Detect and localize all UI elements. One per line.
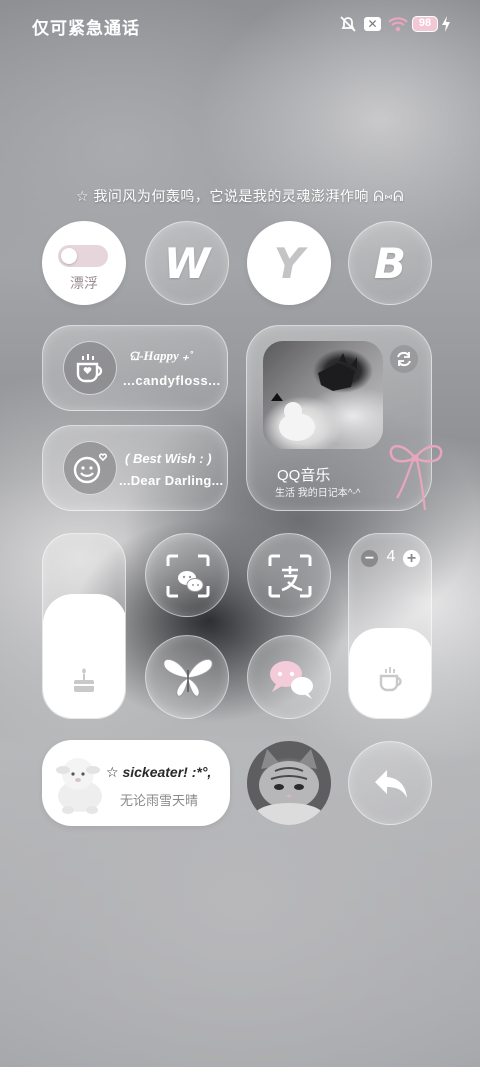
wish-line1: ( Best Wish : ) <box>125 451 212 466</box>
brightness-slider-fill <box>43 594 125 718</box>
cat-avatar[interactable] <box>247 741 331 825</box>
lamb-plush-image <box>48 750 110 816</box>
toggle-switch[interactable] <box>58 245 108 267</box>
toggle-label: 漂浮 <box>70 275 98 291</box>
alipay-scan-button[interactable] <box>247 533 331 617</box>
status-bar: 仅可紧急通话 ✕ 98 <box>0 0 480 48</box>
back-arrow-icon <box>371 766 411 802</box>
charging-icon <box>442 16 450 32</box>
birthday-cake-icon <box>70 666 98 694</box>
pink-bow-icon <box>385 436 445 512</box>
profile-name: ☆ sickeater! :*°, <box>106 764 212 780</box>
stepper-value: 4 <box>386 548 396 565</box>
profile-widget[interactable]: ☆ sickeater! :*°, 无论雨雪天晴 <box>42 740 230 826</box>
profile-subtitle: 无论雨雪天晴 <box>120 793 199 808</box>
letter-b-label: B <box>373 238 406 288</box>
wechat-scan-icon <box>166 554 210 598</box>
chat-button[interactable] <box>247 635 331 719</box>
letter-y-button[interactable]: Y <box>247 221 331 305</box>
coffee-cup-icon <box>63 341 117 395</box>
letter-w-label: W <box>163 238 211 288</box>
volume-stepper[interactable]: − 4 + <box>348 533 432 719</box>
album-cover-image[interactable] <box>263 341 383 449</box>
toggle-knob <box>61 248 77 264</box>
sim-x-icon: ✕ <box>364 17 381 31</box>
wish-line2: ...Dear Darling... <box>119 473 224 488</box>
happy-line2: ...candyfloss... <box>123 373 221 388</box>
letter-b-button[interactable]: B <box>348 221 432 305</box>
float-toggle-button[interactable]: 漂浮 <box>42 221 126 305</box>
brightness-slider[interactable] <box>42 533 126 719</box>
bell-off-icon <box>339 15 357 33</box>
coffee-cup-small-icon <box>377 664 407 694</box>
wish-widget[interactable]: ( Best Wish : ) ...Dear Darling... <box>42 425 228 511</box>
wifi-icon <box>388 15 408 33</box>
stepper-plus-button[interactable]: + <box>403 550 420 567</box>
wechat-scan-button[interactable] <box>145 533 229 617</box>
happy-line1: ଘ-Happy ₊˚ <box>129 348 194 363</box>
battery-icon: 98 <box>412 16 438 32</box>
quote-text: ☆ 我问风为何轰鸣，它说是我的灵魂澎湃作响 ᕱ⑅ᕱ <box>75 188 404 204</box>
butterfly-icon <box>160 654 216 702</box>
carrier-status-text: 仅可紧急通话 <box>32 19 140 38</box>
smiley-face-icon <box>63 441 117 495</box>
letter-y-label: Y <box>273 238 305 288</box>
letter-w-button[interactable]: W <box>145 221 229 305</box>
chat-bubbles-icon <box>266 658 316 700</box>
back-button[interactable] <box>348 741 432 825</box>
butterfly-button[interactable] <box>145 635 229 719</box>
music-app-title: QQ音乐 <box>277 467 331 484</box>
happy-widget[interactable]: ଘ-Happy ₊˚ ...candyfloss... <box>42 325 228 411</box>
refresh-icon[interactable] <box>390 345 418 373</box>
alipay-scan-icon <box>268 554 312 598</box>
music-track-subtitle: 生活 我的日记本^-^ <box>275 488 361 499</box>
stepper-minus-button[interactable]: − <box>361 550 378 567</box>
